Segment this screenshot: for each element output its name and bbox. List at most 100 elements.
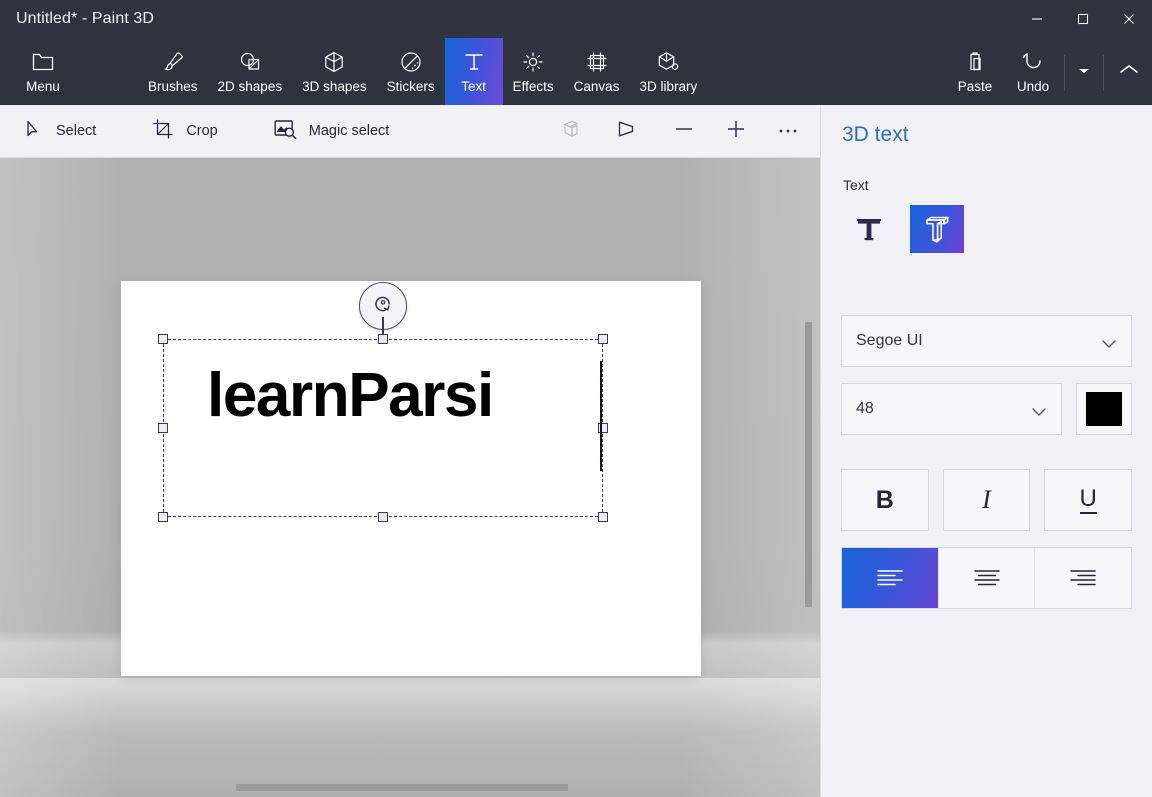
close-button[interactable]: [1106, 0, 1152, 38]
menu-button[interactable]: Menu: [0, 38, 86, 105]
minimize-button[interactable]: [1014, 0, 1060, 38]
text-alignment-buttons: Align left Align center Align right: [841, 547, 1132, 609]
3d-text-option[interactable]: 3D text: [910, 205, 964, 253]
3d-view-icon: [563, 119, 585, 144]
stage-floor: [0, 678, 820, 797]
3d-shapes-icon: [322, 49, 346, 75]
undo-icon: [1021, 49, 1045, 75]
close-icon: [1124, 14, 1134, 24]
perspective-toggle-button[interactable]: [600, 105, 652, 158]
title-bar: Untitled* - Paint 3D: [0, 0, 1152, 38]
font-size-and-color-row: 48: [841, 383, 1132, 435]
ribbon-divider-1: [1064, 55, 1065, 91]
paste-button[interactable]: Paste: [946, 38, 1004, 105]
stickers-icon: [399, 49, 423, 75]
secondary-toolbar: Select Crop Magic select: [0, 105, 820, 158]
text-type-options: 2D text 3D text: [841, 205, 1132, 253]
undo-label: Undo: [1016, 79, 1050, 94]
text-properties-panel: 3D text Text 2D text 3D text: [820, 105, 1152, 797]
font-family-select[interactable]: Segoe UI: [841, 315, 1132, 367]
collapse-ribbon-button[interactable]: [1106, 38, 1152, 105]
2d-text-glyph-icon: [857, 219, 881, 241]
horizontal-scrollbar[interactable]: [236, 784, 568, 791]
resize-handle-top-center[interactable]: [378, 334, 388, 344]
resize-handle-top-right[interactable]: [598, 334, 608, 344]
resize-handle-bottom-center[interactable]: [378, 512, 388, 522]
font-size-select[interactable]: 48: [841, 383, 1062, 435]
ribbon-tool-3d-library[interactable]: 3D library: [629, 38, 707, 105]
color-swatch: [1086, 392, 1122, 426]
bold-button[interactable]: B: [841, 469, 929, 531]
align-right-button[interactable]: Align right: [1034, 548, 1132, 608]
ribbon-tool-3d-shapes[interactable]: 3D shapes: [292, 38, 377, 105]
paste-label: Paste: [957, 79, 993, 94]
crop-tool-button[interactable]: Crop: [138, 105, 231, 158]
drawing-canvas[interactable]: learnParsi: [121, 281, 701, 676]
ribbon-tool-2d-shapes[interactable]: 2D shapes: [208, 38, 293, 105]
canvas-text-content[interactable]: learnParsi: [207, 365, 494, 427]
maximize-icon: [1077, 13, 1089, 25]
cursor-arrow-icon: [24, 119, 44, 144]
ribbon-tool-effects[interactable]: Effects: [503, 38, 564, 105]
menu-label: Menu: [26, 79, 60, 94]
maximize-button[interactable]: [1060, 0, 1106, 38]
ribbon-tool-brushes[interactable]: Brushes: [138, 38, 208, 105]
brush-icon: [161, 49, 185, 75]
select-tool-button[interactable]: Select: [10, 105, 110, 158]
more-commands-button[interactable]: [1067, 38, 1101, 105]
resize-handle-bottom-left[interactable]: [158, 512, 168, 522]
chevron-up-icon: [1118, 62, 1140, 81]
text-object[interactable]: learnParsi: [158, 282, 608, 522]
zoom-in-icon: [725, 118, 747, 145]
2d-text-option[interactable]: 2D text: [842, 205, 896, 253]
zoom-out-button[interactable]: [658, 105, 710, 158]
magic-select-icon: [274, 119, 297, 144]
ribbon-tool-label: Effects: [512, 79, 554, 94]
3d-text-glyph-icon: [926, 216, 949, 243]
ribbon-tool-text[interactable]: Text: [444, 38, 503, 105]
resize-handle-top-left[interactable]: [158, 334, 168, 344]
more-options-icon: [777, 122, 799, 140]
font-family-value: Segoe UI: [856, 332, 923, 349]
ribbon-tool-label: 3D library: [639, 79, 698, 94]
chevron-down-icon: [1101, 336, 1117, 354]
ribbon-divider-2: [1103, 55, 1104, 91]
italic-button[interactable]: I: [942, 469, 1031, 531]
magic-select-button[interactable]: Magic select: [260, 105, 404, 158]
ribbon-tool-canvas[interactable]: Canvas: [564, 38, 630, 105]
zoom-out-icon: [673, 118, 695, 145]
paint3d-window: Untitled* - Paint 3D Menu Brushes 2D sha…: [0, 0, 1152, 797]
magic-select-label: Magic select: [308, 123, 390, 139]
crop-tool-label: Crop: [186, 123, 218, 139]
text-icon: [462, 49, 486, 75]
ribbon-tool-label: Text: [461, 79, 487, 94]
undo-button[interactable]: Undo: [1004, 38, 1062, 105]
panel-title: 3D text: [842, 123, 909, 146]
align-left-button[interactable]: Align left: [842, 548, 938, 608]
ribbon-tool-label: Brushes: [148, 79, 198, 94]
window-controls: [1014, 0, 1152, 38]
resize-handle-middle-left[interactable]: [158, 423, 168, 433]
underline-button[interactable]: U: [1044, 469, 1133, 531]
resize-handle-bottom-right[interactable]: [598, 512, 608, 522]
ribbon-tool-stickers[interactable]: Stickers: [377, 38, 445, 105]
ribbon-toolbar: Menu Brushes 2D shapes 3D shapes Sticker…: [0, 38, 1152, 105]
bold-glyph: B: [875, 485, 894, 514]
align-center-button[interactable]: Align center: [937, 548, 1035, 608]
chevron-down-icon: [1077, 63, 1091, 81]
vertical-scrollbar[interactable]: [805, 322, 812, 607]
align-center-icon: [973, 570, 1000, 586]
more-view-options-button[interactable]: [762, 105, 814, 158]
crop-icon: [152, 118, 174, 145]
2d-shapes-icon: [238, 49, 262, 75]
align-right-icon: [1070, 570, 1096, 586]
zoom-in-button[interactable]: [710, 105, 762, 158]
text-color-button[interactable]: [1076, 383, 1132, 435]
text-caret: [600, 361, 602, 471]
font-style-buttons: B I U: [841, 469, 1133, 531]
canvas-stage[interactable]: learnParsi: [0, 158, 820, 797]
ribbon-tool-label: 2D shapes: [217, 79, 283, 94]
effects-icon: [521, 49, 545, 75]
select-tool-label: Select: [56, 123, 97, 139]
3d-view-toggle-button[interactable]: [548, 105, 600, 158]
